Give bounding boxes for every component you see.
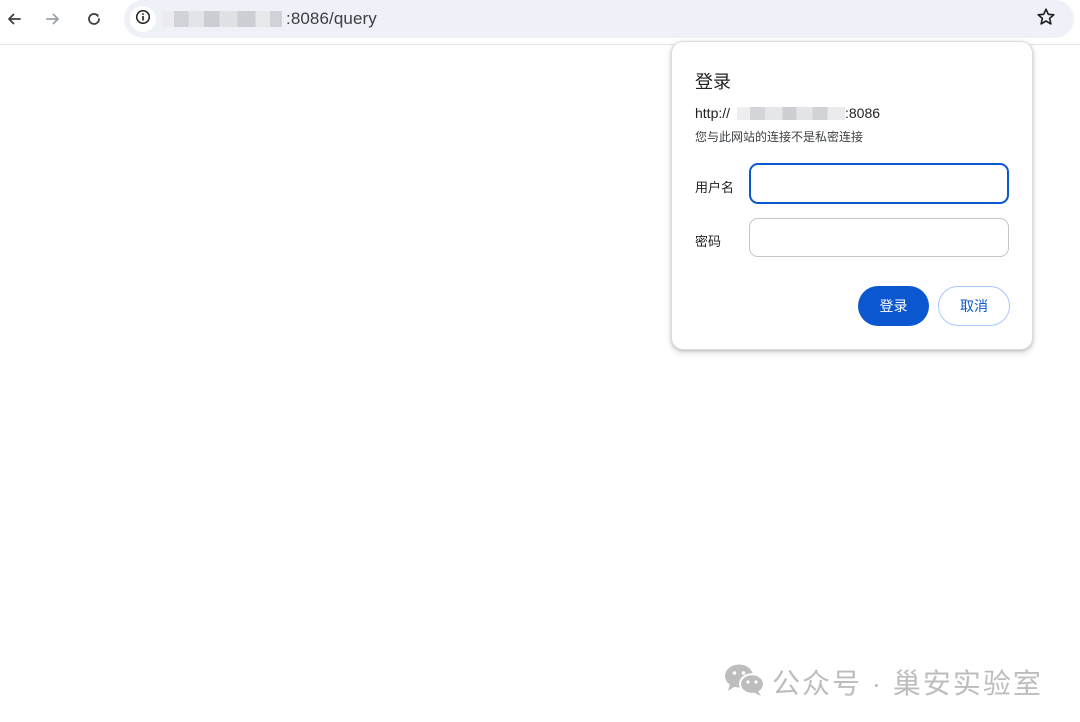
reload-button[interactable] <box>79 4 109 34</box>
watermark-text: 公众号 · 巢安实验室 <box>772 668 1043 699</box>
login-button[interactable]: 登录 <box>858 286 929 326</box>
dialog-origin: http:// :8086 <box>695 105 1015 123</box>
arrow-left-icon <box>6 11 22 27</box>
reload-icon <box>86 11 102 27</box>
info-icon <box>135 9 151 30</box>
origin-prefix: http:// <box>695 105 731 121</box>
connection-warning: 您与此网站的连接不是私密连接 <box>695 130 864 144</box>
url-text[interactable]: :8086/query <box>286 9 377 29</box>
bookmark-button[interactable] <box>1034 7 1058 31</box>
password-label: 密码 <box>695 234 722 249</box>
watermark: 公众号 · 巢安实验室 <box>724 660 1054 700</box>
address-bar[interactable]: :8086/query <box>124 0 1074 38</box>
browser-toolbar: :8086/query <box>0 0 1080 45</box>
password-input[interactable] <box>749 218 1009 257</box>
origin-port: :8086 <box>845 105 881 121</box>
browser-window: :8086/query 登录 http:// :8086 您与此网站的连接不是私… <box>0 0 1080 722</box>
url-host-redacted <box>162 11 282 27</box>
username-input[interactable] <box>749 163 1009 204</box>
cancel-button[interactable]: 取消 <box>938 286 1010 326</box>
site-info-button[interactable] <box>130 6 156 32</box>
origin-host-redacted <box>737 107 845 120</box>
forward-button[interactable] <box>38 4 68 34</box>
star-icon <box>1036 7 1056 32</box>
wechat-icon <box>724 663 766 702</box>
back-button[interactable] <box>0 4 29 34</box>
login-dialog: 登录 http:// :8086 您与此网站的连接不是私密连接 用户名 密码 登… <box>671 41 1033 350</box>
username-label: 用户名 <box>695 180 735 195</box>
arrow-right-icon <box>45 11 61 27</box>
dialog-title: 登录 <box>695 72 731 92</box>
